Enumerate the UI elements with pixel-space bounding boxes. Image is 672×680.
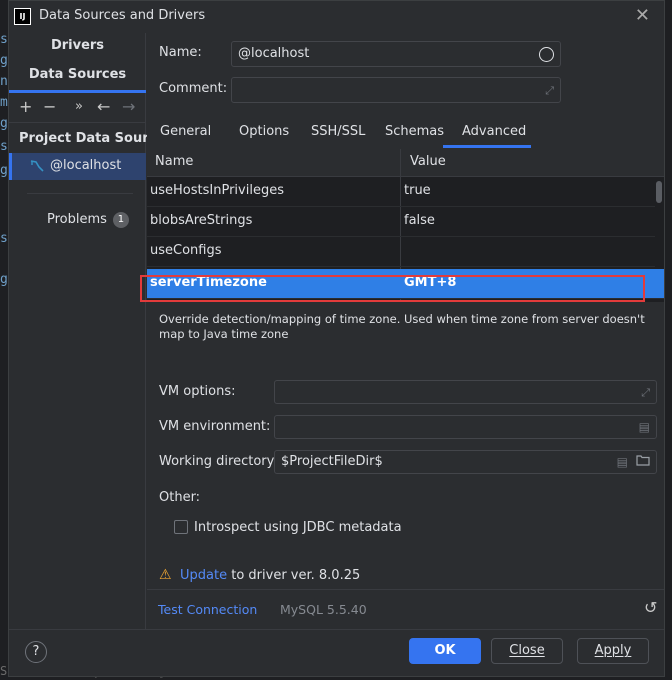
revert-icon[interactable]: ↺ [644,598,657,617]
comment-label: Comment: [159,81,228,96]
table-row[interactable]: blobsAreStrings false [147,207,655,237]
intellij-logo-icon: IJ [14,8,31,25]
add-icon[interactable]: + [19,97,32,116]
tab-drivers[interactable]: Drivers [9,38,146,53]
table-row[interactable]: useHostsInPrivileges true [147,177,655,207]
name-input[interactable]: @localhost [231,41,561,67]
problems-label: Problems [47,212,107,227]
expand-icon[interactable]: ⤢ [545,84,554,98]
working-directory-input[interactable]: $ProjectFileDir$ ▤ [274,450,657,474]
property-value[interactable]: false [404,213,435,228]
introspect-checkbox[interactable] [174,520,188,534]
working-directory-label: Working directory: [159,454,278,469]
property-name: blobsAreStrings [150,213,253,228]
property-value[interactable]: GMT+8 [404,275,456,290]
forward-arrow-icon[interactable]: → [122,97,135,116]
problems-count-badge: 1 [112,212,129,228]
vm-options-input[interactable]: ⤢ [274,380,657,404]
update-driver-message: Update to driver ver. 8.0.25 [180,568,360,583]
remove-icon[interactable]: − [43,97,56,116]
expand-icon[interactable]: ⤢ [641,386,650,400]
dialog-title: Data Sources and Drivers [39,8,206,23]
test-connection-link[interactable]: Test Connection [158,602,257,617]
data-sources-dialog: IJ Data Sources and Drivers ✕ Drivers Da… [8,0,665,677]
tab-schemas[interactable]: Schemas [385,124,444,139]
ok-button[interactable]: OK [409,638,481,664]
update-link[interactable]: Update [180,568,227,583]
dialog-button-bar: ? OK Close Apply [9,629,664,676]
vm-environment-label: VM environment: [159,419,271,434]
introspect-label: Introspect using JDBC metadata [194,520,402,535]
divider [9,122,146,123]
main-panel: Name: @localhost Comment: ⤢ General Opti… [147,33,664,629]
active-tab-indicator [9,90,146,93]
vm-options-label: VM options: [159,384,236,399]
update-text: to driver ver. 8.0.25 [231,568,361,583]
close-icon[interactable]: ✕ [635,5,650,26]
document-icon[interactable]: ▤ [617,455,628,469]
tab-options[interactable]: Options [239,124,289,139]
properties-table-header: Name Value [147,149,664,177]
tab-general[interactable]: General [160,124,211,139]
driver-version-label: MySQL 5.5.40 [280,602,367,617]
property-name: useHostsInPrivileges [150,183,284,198]
color-circle-icon[interactable] [539,47,554,62]
name-label: Name: [159,45,202,60]
table-row-selected[interactable]: serverTimezone GMT+8 [147,269,664,299]
title-bar: IJ Data Sources and Drivers ✕ [9,1,664,33]
table-scrollbar[interactable] [656,181,662,203]
vm-environment-input[interactable]: ▤ [274,415,657,439]
column-header-value[interactable]: Value [410,154,446,169]
sidebar-item-localhost[interactable]: @localhost [9,153,146,180]
folder-icon[interactable] [636,454,650,469]
column-divider[interactable] [400,149,401,176]
problems-link[interactable]: Problems 1 [47,212,129,228]
data-source-label: @localhost [50,158,122,173]
mysql-icon [30,159,44,176]
properties-table: useHostsInPrivileges true blobsAreString… [147,177,664,302]
apply-button[interactable]: Apply [577,638,649,664]
document-icon[interactable]: ▤ [639,420,650,434]
property-name: serverTimezone [150,275,267,290]
sidebar: Drivers Data Sources + − » ← → Project D… [9,33,173,629]
working-directory-value: $ProjectFileDir$ [281,454,383,469]
tab-advanced[interactable]: Advanced [462,124,526,139]
more-icon[interactable]: » [75,99,83,114]
back-arrow-icon[interactable]: ← [97,97,110,116]
property-value[interactable]: true [404,183,431,198]
property-description: Override detection/mapping of time zone.… [159,312,645,341]
table-row[interactable]: useConfigs [147,237,655,267]
tab-data-sources[interactable]: Data Sources [9,67,146,82]
comment-input[interactable]: ⤢ [231,77,561,103]
tab-ssh-ssl[interactable]: SSH/SSL [311,124,365,139]
name-value: @localhost [238,46,310,61]
settings-tabs: General Options SSH/SSL Schemas Advanced [147,121,664,149]
column-header-name[interactable]: Name [155,154,193,169]
divider [147,589,664,590]
help-button[interactable]: ? [25,641,47,663]
property-name: useConfigs [150,243,222,258]
active-tab-indicator [443,145,531,148]
other-label: Other: [159,490,201,505]
warning-icon: ⚠ [159,567,172,583]
close-button[interactable]: Close [491,638,563,664]
divider [27,193,133,194]
